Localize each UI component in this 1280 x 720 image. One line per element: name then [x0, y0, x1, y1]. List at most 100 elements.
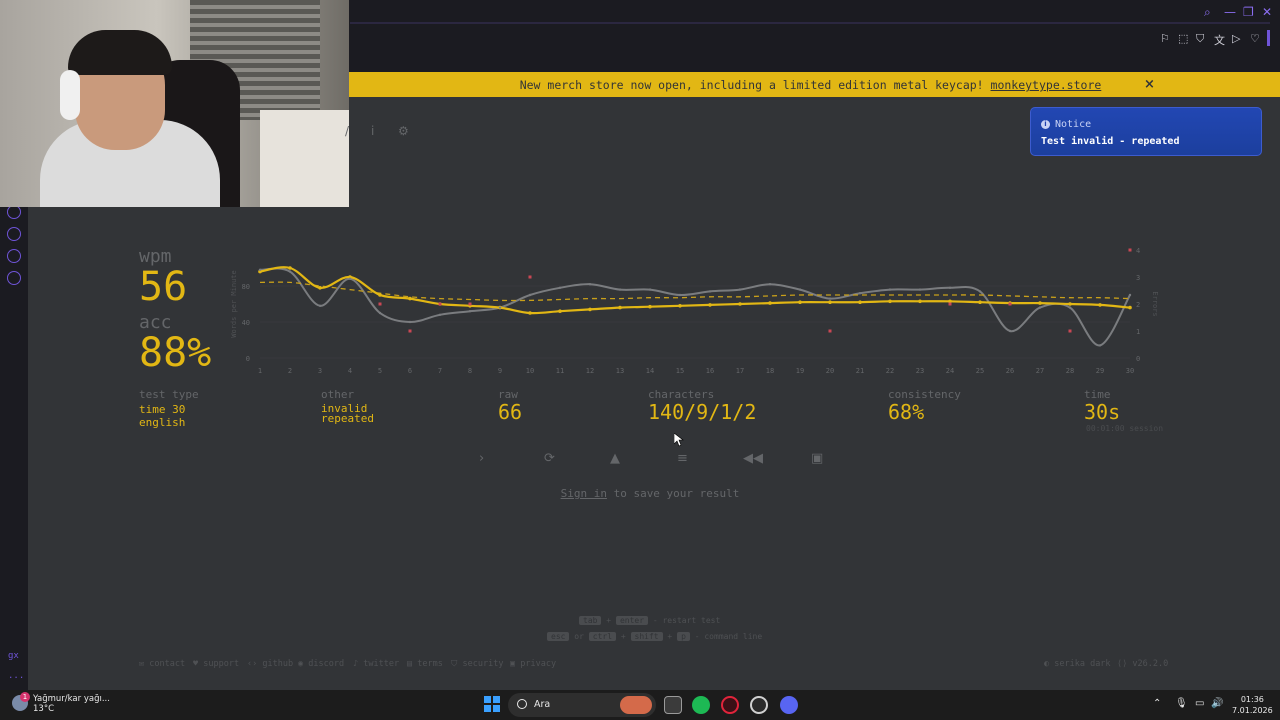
- footer-security[interactable]: ⛉ security: [451, 659, 503, 669]
- wpm-point: [528, 311, 532, 315]
- test-type-mode: time 30: [139, 403, 186, 416]
- x-tick-label: 16: [706, 367, 714, 375]
- command-hint: esc or ctrl + shift + p - command line: [547, 632, 762, 641]
- error-point: [378, 302, 382, 306]
- snapshot-icon[interactable]: ⬚: [1178, 32, 1188, 45]
- start-button[interactable]: [484, 696, 500, 712]
- footer-terms[interactable]: ▤ terms: [407, 659, 443, 669]
- signin-text: to save your result: [606, 487, 740, 500]
- x-tick-label: 27: [1036, 367, 1044, 375]
- settings-icon[interactable]: [7, 271, 21, 285]
- raw-point: [948, 286, 952, 289]
- tray-chevron-icon[interactable]: ⌃: [1153, 698, 1161, 709]
- shield-icon[interactable]: ⛉: [1196, 32, 1204, 46]
- x-tick-label: 24: [946, 367, 954, 375]
- about-icon-partial[interactable]: /: [345, 124, 349, 138]
- play-icon[interactable]: ▷: [1232, 32, 1240, 45]
- player-icon[interactable]: [7, 205, 21, 219]
- next-test-icon[interactable]: ›: [479, 451, 484, 466]
- signin-link[interactable]: Sign in: [561, 487, 607, 500]
- x-tick-label: 5: [378, 367, 382, 375]
- y2-axis-label: Errors: [1151, 291, 1159, 316]
- footer-twitter[interactable]: ♪ twitter: [353, 659, 399, 669]
- volume-icon[interactable]: 🔊: [1211, 698, 1223, 709]
- display-icon[interactable]: ▭: [1195, 698, 1204, 709]
- spotify-icon[interactable]: [692, 696, 710, 714]
- footer-support[interactable]: ♥ support: [193, 659, 239, 669]
- heart-icon[interactable]: ♡: [1250, 32, 1260, 45]
- translate-icon[interactable]: 文: [1214, 32, 1225, 48]
- wpm-point: [678, 304, 682, 308]
- footer-theme[interactable]: ◐ serika dark: [1044, 659, 1111, 669]
- opera-gx-icon[interactable]: [721, 696, 739, 714]
- sidebar-toggle[interactable]: [1267, 30, 1270, 46]
- error-point: [1068, 329, 1072, 333]
- notice-toast[interactable]: i Notice Test invalid - repeated: [1030, 107, 1262, 156]
- gx-label[interactable]: gx: [8, 651, 19, 661]
- more-icon[interactable]: ...: [8, 671, 24, 681]
- screen: gx ... ⌕ — ❐ ✕ ⚐ ⬚ ⛉ 文 ▷ ♡ New merch sto…: [0, 0, 1280, 720]
- y2-tick-label: 4: [1136, 247, 1140, 255]
- steam-icon[interactable]: [750, 696, 768, 714]
- minimize-icon[interactable]: —: [1224, 5, 1236, 19]
- footer-version[interactable]: ⟨⟩ v26.2.0: [1117, 659, 1168, 669]
- clock[interactable]: 01:36 7.01.2026: [1232, 694, 1273, 716]
- wpm-value: 56: [139, 264, 188, 310]
- raw-point: [378, 311, 382, 315]
- palette-icon: ◐: [1044, 659, 1055, 669]
- wpm-point: [798, 300, 802, 304]
- wpm-point: [738, 302, 742, 306]
- weather-widget[interactable]: Yağmur/kar yağı... 13°C: [33, 694, 110, 714]
- shield-small-icon: ⛉: [451, 659, 463, 669]
- x-tick-label: 12: [586, 367, 594, 375]
- microphone-icon[interactable]: 🎙: [1175, 698, 1188, 709]
- notice-message: Test invalid - repeated: [1041, 136, 1180, 147]
- lock-icon: ▣: [510, 659, 521, 669]
- words-history-icon[interactable]: ≡: [677, 451, 688, 466]
- terms-icon: ▤: [407, 659, 418, 669]
- clock-date: 7.01.2026: [1232, 706, 1273, 715]
- search-tabs-icon[interactable]: ⌕: [1204, 5, 1211, 20]
- messenger-icon[interactable]: [7, 249, 21, 263]
- footer-privacy[interactable]: ▣ privacy: [510, 659, 556, 669]
- about-icon[interactable]: i: [371, 124, 374, 138]
- raw-point: [348, 277, 352, 280]
- wpm-point: [318, 286, 322, 290]
- footer-discord[interactable]: ◉ discord: [298, 659, 344, 669]
- weather-badge: 1: [20, 692, 30, 702]
- raw-point: [618, 288, 622, 291]
- x-tick-label: 22: [886, 367, 894, 375]
- error-point: [408, 329, 412, 333]
- x-tick-label: 3: [318, 367, 322, 375]
- x-tick-label: 29: [1096, 367, 1104, 375]
- x-tick-label: 21: [856, 367, 864, 375]
- banner-text: New merch store now open, including a li…: [519, 78, 991, 92]
- wpm-point: [1098, 303, 1102, 307]
- taskbar-search[interactable]: Ara: [508, 693, 656, 717]
- search-icon: [517, 699, 527, 709]
- y2-tick-label: 1: [1136, 328, 1140, 336]
- bookmark-icon[interactable]: ⚐: [1160, 32, 1170, 45]
- settings-gear-icon[interactable]: ⚙: [398, 124, 409, 138]
- wpm-point: [828, 300, 832, 304]
- x-tick-label: 28: [1066, 367, 1074, 375]
- wpm-series-line: [259, 266, 1131, 315]
- wpm-point: [858, 300, 862, 304]
- test-type-language: english: [139, 416, 186, 429]
- restart-icon[interactable]: ⟳: [544, 451, 555, 466]
- close-window-icon[interactable]: ✕: [1262, 5, 1272, 19]
- screenshot-icon[interactable]: ▣: [811, 451, 823, 466]
- close-banner-icon[interactable]: ×: [1144, 77, 1155, 92]
- wpm-chart: 04080012341 2 3 4 5 6 7 8 9 10 11 12 13 14 15 16 17 18 19 2…: [230, 247, 1159, 375]
- store-link[interactable]: monkeytype.store: [991, 78, 1102, 92]
- footer-github[interactable]: ‹› github: [247, 659, 293, 669]
- discord-app-icon[interactable]: [780, 696, 798, 714]
- footer-contact[interactable]: ✉ contact: [139, 659, 185, 669]
- history-icon[interactable]: [7, 227, 21, 241]
- replay-icon[interactable]: ◀◀: [743, 451, 763, 466]
- warning-icon[interactable]: ▲: [610, 451, 620, 466]
- x-tick-label: 7: [438, 367, 442, 375]
- restore-icon[interactable]: ❐: [1243, 5, 1254, 19]
- file-explorer-icon[interactable]: [664, 696, 682, 714]
- raw-point: [588, 283, 592, 286]
